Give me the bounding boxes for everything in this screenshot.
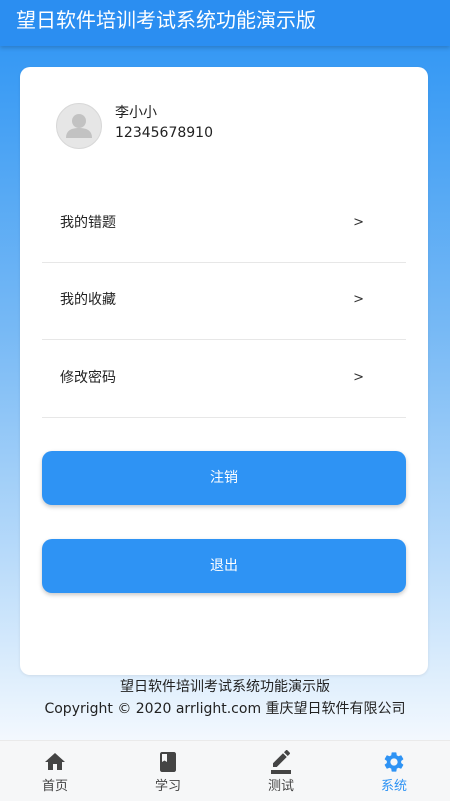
bottom-navigation: 首页 学习 测试 系统 xyxy=(0,740,450,801)
nav-item-study[interactable]: 学习 xyxy=(123,741,213,801)
footer-app-name: 望日软件培训考试系统功能演示版 xyxy=(120,679,330,695)
settings-icon xyxy=(384,752,404,772)
nav-item-system[interactable]: 系统 xyxy=(349,741,439,801)
menu-item-change-password[interactable]: 修改密码 > xyxy=(42,340,406,418)
edit-icon xyxy=(271,750,291,774)
menu-item-label: 修改密码 xyxy=(60,370,116,386)
chevron-right-icon: > xyxy=(353,292,364,307)
cancel-account-button[interactable]: 注销 xyxy=(42,451,406,505)
menu-item-favorites[interactable]: 我的收藏 > xyxy=(42,262,406,340)
logout-button[interactable]: 退出 xyxy=(42,539,406,593)
nav-item-test[interactable]: 测试 xyxy=(236,741,326,801)
footer-copyright: Copyright © 2020 arrlight.com 重庆望日软件有限公司 xyxy=(44,701,406,717)
person-avatar-icon xyxy=(56,103,102,149)
menu-item-label: 我的错题 xyxy=(60,215,116,231)
home-icon xyxy=(45,753,65,770)
app-bar: 望日软件培训考试系统功能演示版 xyxy=(0,0,450,46)
user-name: 李小小 xyxy=(115,105,157,121)
nav-label: 学习 xyxy=(154,779,181,794)
user-phone: 12345678910 xyxy=(115,125,213,141)
menu-item-label: 我的收藏 xyxy=(60,292,116,308)
nav-label: 首页 xyxy=(41,779,68,794)
menu-item-wrong-questions[interactable]: 我的错题 > xyxy=(42,185,406,263)
system-card: 李小小 12345678910 我的错题 > 我的收藏 > 修改密码 > 注销 … xyxy=(20,67,428,675)
chevron-right-icon: > xyxy=(353,370,364,385)
nav-item-home[interactable]: 首页 xyxy=(10,741,100,801)
chevron-right-icon: > xyxy=(353,215,364,230)
book-icon xyxy=(160,752,176,772)
nav-label: 系统 xyxy=(380,779,407,794)
nav-label: 测试 xyxy=(267,779,294,794)
app-title: 望日软件培训考试系统功能演示版 xyxy=(16,8,316,32)
